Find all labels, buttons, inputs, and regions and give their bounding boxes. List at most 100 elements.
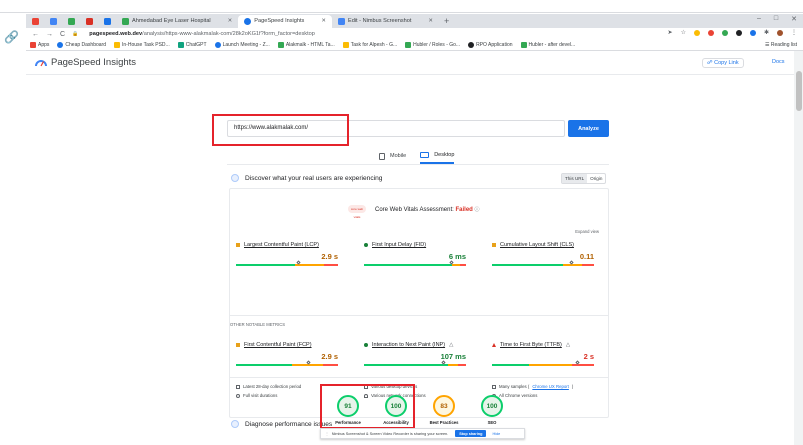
back-button[interactable]: ← bbox=[32, 31, 39, 38]
share-icon[interactable]: ➤ bbox=[668, 29, 673, 36]
info-icon[interactable]: ⓘ bbox=[475, 207, 480, 213]
cwv-logo: core web vitals bbox=[348, 205, 366, 219]
metric-ttfb: Time to First Byte (TTFB) △ 2 s bbox=[492, 342, 594, 366]
close-icon[interactable]: ✕ bbox=[321, 18, 326, 24]
reading-list-label: Reading list bbox=[770, 42, 797, 48]
close-window-button[interactable]: ✕ bbox=[791, 15, 797, 23]
profile-avatar[interactable] bbox=[777, 29, 783, 36]
tab-strip: Ahmedabad Eye Laser Hospital ✕ PageSpeed … bbox=[26, 14, 803, 28]
good-marker bbox=[364, 243, 368, 247]
metric-name[interactable]: Largest Contentful Paint (LCP) bbox=[244, 242, 319, 248]
address-input[interactable]: pagespeed.web.dev/analysis/https-www-ala… bbox=[89, 31, 315, 37]
pinned-tab[interactable] bbox=[80, 15, 98, 28]
tab-eye-hospital[interactable]: Ahmedabad Eye Laser Hospital ✕ bbox=[116, 15, 238, 28]
scrollbar-thumb[interactable] bbox=[795, 71, 802, 111]
tab-desktop[interactable]: Desktop bbox=[420, 152, 455, 164]
experimental-icon: △ bbox=[449, 342, 454, 348]
metric-name[interactable]: Cumulative Layout Shift (CLS) bbox=[500, 242, 574, 248]
expand-view-link[interactable]: Expand view bbox=[575, 229, 599, 234]
diagnose-heading: Diagnose performance issues bbox=[231, 420, 332, 428]
info-visit: Full visit durations bbox=[236, 393, 277, 398]
pinned-tab-icon bbox=[67, 17, 75, 25]
clock-icon bbox=[236, 393, 240, 398]
metric-name[interactable]: Interaction to Next Paint (INP) bbox=[372, 342, 445, 348]
bookmark-label: ChatGPT bbox=[185, 42, 207, 48]
tab-label: Mobile bbox=[390, 153, 407, 159]
address-bar-row: ← → C 🔒 pagespeed.web.dev/analysis/https… bbox=[26, 28, 803, 40]
scrollbar[interactable] bbox=[794, 51, 803, 445]
bookmark-item[interactable]: RPO Application bbox=[468, 42, 513, 48]
bookmark-item[interactable]: Hubler / Roles - Go... bbox=[405, 42, 460, 48]
minimize-button[interactable]: – bbox=[757, 15, 761, 23]
bookmark-icon bbox=[57, 42, 64, 48]
nimbus-favicon-icon bbox=[337, 17, 345, 25]
metric-fcp: First Contentful Paint (FCP) 2.9 s bbox=[236, 342, 338, 366]
metric-inp: Interaction to Next Paint (INP) △ 107 ms bbox=[364, 342, 466, 366]
extension-icon[interactable] bbox=[721, 29, 728, 36]
seo-gauge[interactable]: 100 bbox=[481, 395, 503, 417]
extension-icon[interactable] bbox=[735, 29, 742, 36]
bookmark-item[interactable]: Alakmalk - HTML Ta... bbox=[277, 42, 335, 48]
chrome-ux-report-link[interactable]: Chrome UX Report bbox=[532, 384, 569, 389]
docs-link[interactable]: Docs bbox=[770, 58, 787, 66]
menu-icon[interactable]: ⋮ bbox=[791, 29, 797, 36]
distribution-bar bbox=[492, 360, 594, 366]
analyze-button[interactable]: Analyze bbox=[568, 120, 609, 137]
metric-cls: Cumulative Layout Shift (CLS) 0.11 bbox=[492, 242, 594, 266]
bookmark-icon bbox=[468, 42, 475, 48]
bookmark-item[interactable]: ChatGPT bbox=[177, 42, 207, 48]
extension-icon[interactable] bbox=[749, 29, 756, 36]
maximize-button[interactable]: □ bbox=[774, 15, 778, 23]
highlight-box bbox=[212, 114, 349, 146]
this-url-toggle[interactable]: This URL bbox=[562, 174, 588, 183]
close-icon[interactable]: ✕ bbox=[228, 18, 233, 24]
metric-name[interactable]: First Contentful Paint (FCP) bbox=[244, 342, 312, 348]
extension-icon[interactable] bbox=[707, 29, 714, 36]
info-text: Many samples ( bbox=[499, 384, 530, 389]
forward-button[interactable]: → bbox=[46, 31, 53, 38]
new-tab-button[interactable]: + bbox=[439, 16, 454, 26]
close-icon[interactable]: ✕ bbox=[428, 18, 433, 24]
crux-heading: Discover what your real users are experi… bbox=[231, 174, 382, 182]
metric-name[interactable]: Time to First Byte (TTFB) bbox=[500, 342, 562, 348]
poor-marker bbox=[492, 343, 496, 347]
origin-toggle[interactable]: Origin bbox=[587, 174, 605, 183]
tab-pagespeed[interactable]: PageSpeed Insights ✕ bbox=[238, 14, 332, 28]
pinned-tab[interactable] bbox=[98, 15, 116, 28]
extension-icon[interactable] bbox=[693, 29, 700, 36]
page-title: PageSpeed Insights bbox=[51, 57, 137, 68]
site-favicon-icon bbox=[122, 17, 129, 25]
other-metrics-label: OTHER NOTABLE METRICS bbox=[230, 322, 286, 327]
notification-text: Nimbus Screenshot & Screen Video Recorde… bbox=[331, 431, 449, 436]
best-practices-gauge[interactable]: 83 bbox=[433, 395, 455, 417]
pinned-tab[interactable] bbox=[26, 15, 44, 28]
stop-sharing-button[interactable]: Stop sharing bbox=[455, 430, 487, 437]
tab-nimbus[interactable]: Edit - Nimbus Screenshot ✕ bbox=[332, 15, 439, 28]
bookmark-item[interactable]: Hubler - after devel... bbox=[520, 42, 576, 48]
bookmark-label: Apps bbox=[38, 42, 50, 48]
bookmark-item[interactable]: Task for Alpesh - G... bbox=[342, 42, 398, 48]
distribution-bar bbox=[492, 260, 594, 266]
star-icon[interactable]: ☆ bbox=[681, 29, 686, 36]
bookmark-label: Task for Alpesh - G... bbox=[350, 42, 398, 48]
bookmark-item[interactable]: In-House Task PSD... bbox=[114, 42, 170, 48]
tab-label: Edit - Nimbus Screenshot bbox=[347, 18, 412, 24]
pinned-tab[interactable] bbox=[44, 15, 62, 28]
metric-name[interactable]: First Input Delay (FID) bbox=[372, 242, 426, 248]
hide-button[interactable]: Hide bbox=[489, 430, 503, 437]
drag-handle-icon[interactable]: ⋮ bbox=[325, 431, 329, 436]
pinned-tab-icon bbox=[31, 17, 39, 25]
bookmark-apps[interactable]: Apps bbox=[30, 42, 49, 48]
bookmark-item[interactable]: Cheap Dashboard bbox=[57, 42, 106, 48]
window-controls: – □ ✕ bbox=[757, 15, 797, 23]
bookmark-label: Hubler - after devel... bbox=[528, 42, 576, 48]
reload-button[interactable]: C bbox=[60, 31, 65, 38]
copy-link-button[interactable]: ☍ Copy Link bbox=[702, 58, 744, 68]
tab-mobile[interactable]: Mobile bbox=[379, 152, 406, 164]
reading-list-button[interactable]: ☰ Reading list bbox=[765, 42, 797, 48]
metric-fid: First Input Delay (FID) 6 ms bbox=[364, 242, 466, 266]
pinned-tab[interactable] bbox=[62, 15, 80, 28]
link-icon[interactable]: 🔗 bbox=[4, 30, 19, 44]
puzzle-icon[interactable]: ✱ bbox=[764, 29, 769, 36]
bookmark-item[interactable]: Launch Meeting - Z... bbox=[214, 42, 270, 48]
